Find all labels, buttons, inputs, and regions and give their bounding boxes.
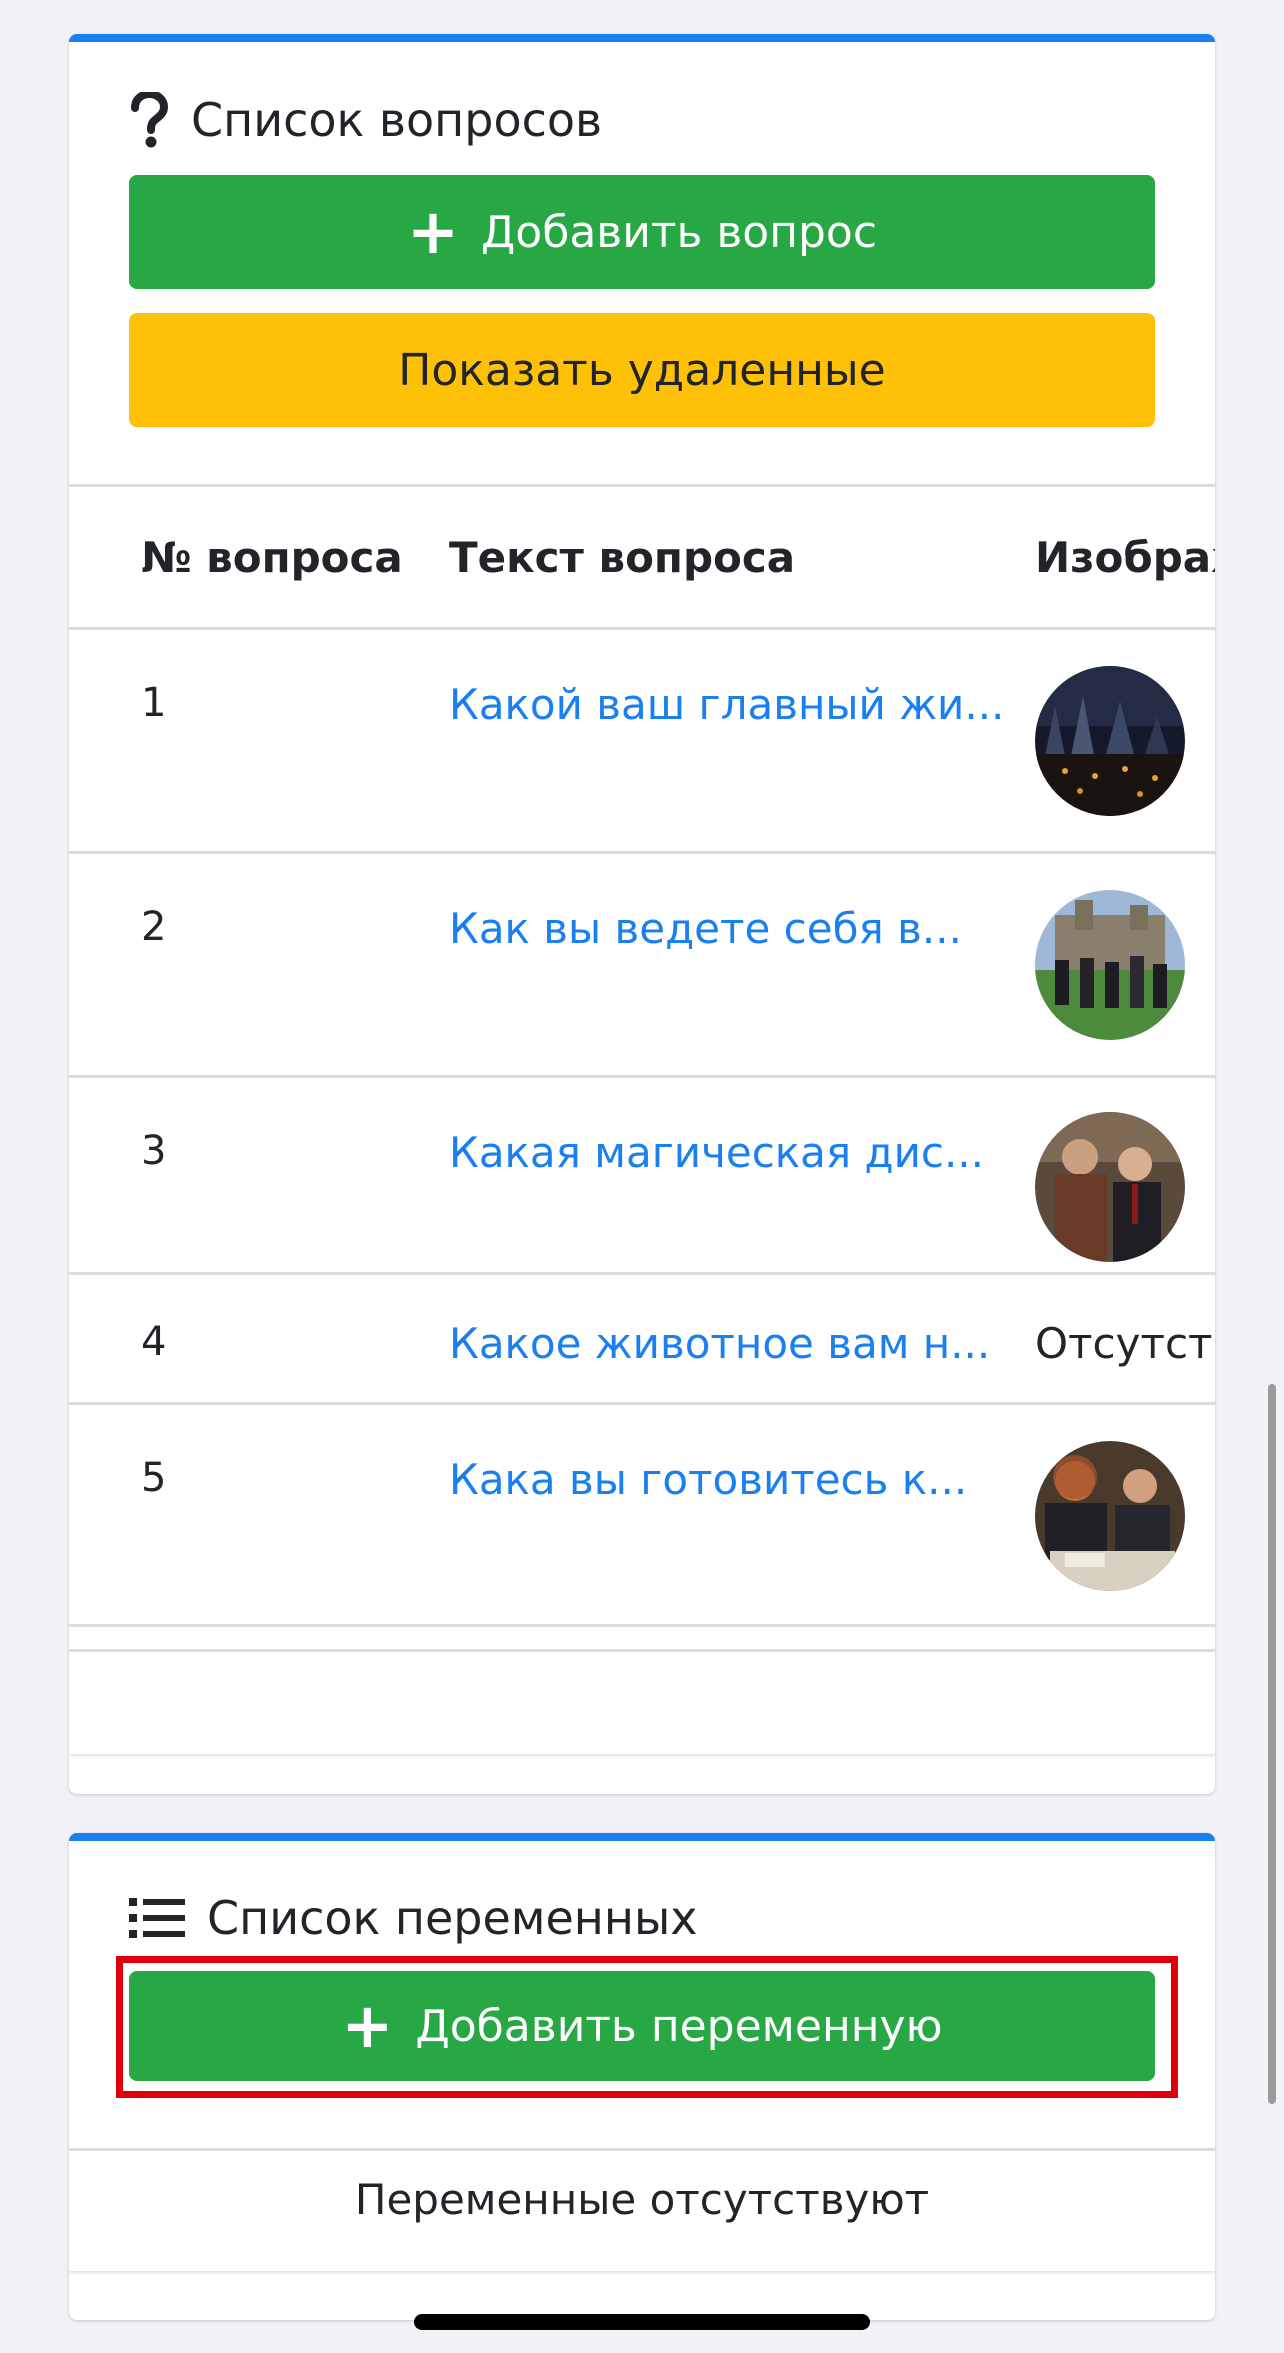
list-icon [129, 1896, 185, 1940]
table-row: 1 Какой ваш главный жи... [69, 630, 1215, 854]
column-header-image: Изображ [1035, 533, 1215, 582]
variables-empty-state: Переменные отсутствуют [69, 2148, 1215, 2271]
table-row: 5 Кака вы готовитесь к... [69, 1405, 1215, 1627]
question-image-thumbnail [1035, 666, 1185, 816]
home-indicator [414, 2314, 870, 2330]
table-row-partial [69, 1627, 1215, 1652]
variables-card: Список переменных + Добавить переменную … [69, 1833, 1215, 2320]
question-text-link[interactable]: Какая магическая дис... [449, 1128, 984, 1177]
question-image-thumbnail [1035, 1441, 1185, 1591]
table-row: 2 Как вы ведете себя в... [69, 854, 1215, 1078]
table-header: № вопроса Текст вопроса Изображ [69, 487, 1215, 630]
plus-icon: + [341, 1989, 394, 2062]
question-text-link[interactable]: Кака вы готовитесь к... [449, 1455, 967, 1504]
questions-card-title-text: Список вопросов [191, 93, 603, 147]
add-variable-button[interactable]: + Добавить переменную [129, 1971, 1155, 2081]
questions-card: Список вопросов + Добавить вопрос Показа… [69, 34, 1215, 1794]
questions-card-title: Список вопросов [129, 92, 602, 148]
table-row: 4 Какое животное вам н... Отсутств [69, 1275, 1215, 1405]
add-question-label: Добавить вопрос [480, 206, 878, 258]
question-number: 5 [141, 1455, 167, 1501]
question-image-thumbnail [1035, 1112, 1185, 1262]
show-deleted-label: Показать удаленные [398, 344, 886, 396]
question-number: 4 [141, 1319, 167, 1365]
table-row: 3 Какая магическая дис... [69, 1078, 1215, 1275]
plus-icon: + [406, 195, 459, 268]
questions-table: № вопроса Текст вопроса Изображ 1 Какой … [69, 484, 1215, 1754]
question-icon [129, 92, 169, 148]
show-deleted-button[interactable]: Показать удаленные [129, 313, 1155, 427]
question-number: 2 [141, 904, 167, 950]
question-text-link[interactable]: Какое животное вам н... [449, 1319, 990, 1368]
question-number: 3 [141, 1128, 167, 1174]
variables-card-title: Список переменных [129, 1891, 698, 1945]
question-image-thumbnail [1035, 890, 1185, 1040]
column-header-text: Текст вопроса [449, 533, 796, 582]
add-variable-label: Добавить переменную [415, 2000, 943, 2052]
scrollbar[interactable] [1268, 1384, 1276, 2104]
column-header-number: № вопроса [141, 533, 403, 582]
add-question-button[interactable]: + Добавить вопрос [129, 175, 1155, 289]
image-missing-text: Отсутств [1035, 1319, 1215, 1368]
question-number: 1 [141, 680, 167, 726]
variables-card-title-text: Список переменных [207, 1891, 698, 1945]
empty-state-text: Переменные отсутствуют [354, 2175, 930, 2224]
question-text-link[interactable]: Какой ваш главный жи... [449, 680, 1004, 729]
question-text-link[interactable]: Как вы ведете себя в... [449, 904, 962, 953]
